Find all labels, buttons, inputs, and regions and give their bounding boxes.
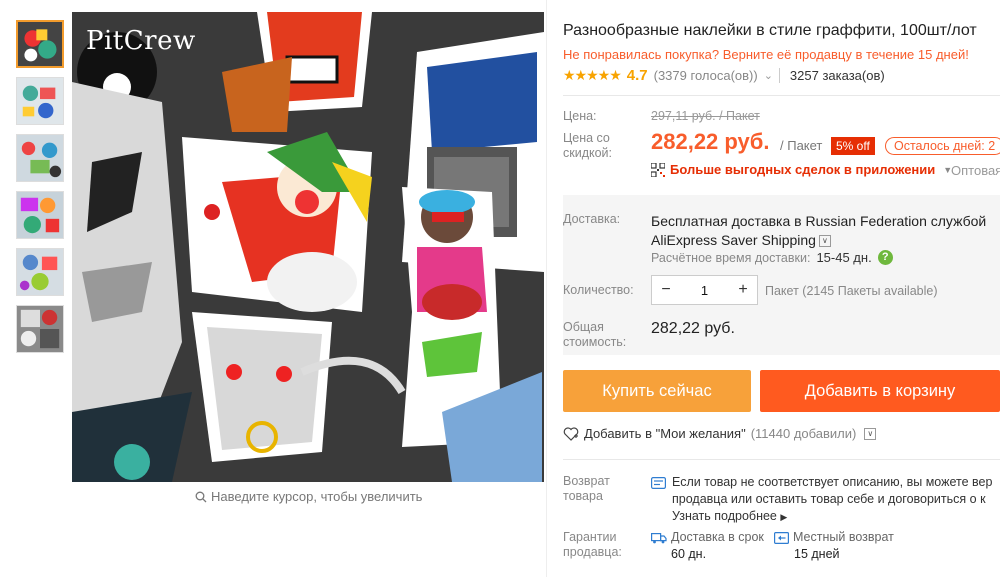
app-deals-text: Больше выгодных сделок в приложении	[670, 162, 936, 177]
magnifier-icon	[195, 491, 207, 502]
guarantees-label: Гарантии продавца:	[563, 530, 643, 560]
quantity-input[interactable]: 1	[680, 283, 729, 298]
truck-icon	[651, 532, 667, 543]
total-label: Общая стоимость:	[563, 320, 643, 350]
thumbnail-3[interactable]	[16, 134, 64, 182]
return-policy-icon	[651, 476, 666, 489]
days-left-badge: Осталось дней: 2	[885, 137, 1000, 155]
wholesale-link[interactable]: Оптовая	[951, 163, 1000, 178]
divider	[563, 95, 1000, 96]
guarantee-return-title: Местный возврат	[793, 530, 894, 544]
rating-row: ★★★★★ 4.7 (3379 голоса(ов)) ⌄ 3257 заказ…	[563, 67, 885, 84]
rating-stars-icon: ★★★★★	[563, 67, 622, 83]
guarantees-label-text: Гарантии продавца:	[563, 530, 622, 559]
guarantee-return-value: 15 дней	[794, 547, 840, 561]
divider	[563, 459, 1000, 460]
qr-code-icon	[651, 162, 665, 177]
product-title: Разнообразные наклейки в стиле граффити,…	[563, 22, 977, 39]
guarantee-delivery: Доставка в срок 60 дн.	[651, 529, 764, 563]
returns-info: Если товар не соответствует описанию, вы…	[651, 474, 1000, 526]
thumbnail-6[interactable]	[16, 305, 64, 353]
thumbnail-2[interactable]	[16, 77, 64, 125]
delivery-eta-label: Расчётное время доставки:	[651, 250, 811, 265]
add-to-wishlist-button[interactable]: Добавить в "Мои желания" (11440 добавили…	[563, 426, 877, 441]
help-icon[interactable]: ?	[877, 250, 893, 265]
delivery-eta-row: Расчётное время доставки: 15-45 дн. ?	[651, 250, 893, 265]
votes-count[interactable]: (3379 голоса(ов))	[654, 68, 758, 83]
thumbnail-list	[16, 20, 64, 362]
add-to-cart-button[interactable]: Добавить в корзину	[760, 370, 1000, 412]
quantity-label: Количество:	[563, 283, 634, 297]
total-label-text: Общая стоимость:	[563, 320, 627, 349]
discount-price-label: Цена со скидкой:	[563, 131, 643, 161]
price-label: Цена:	[563, 109, 597, 123]
heart-plus-icon	[563, 426, 579, 441]
product-info-panel: Разнообразные наклейки в стиле граффити,…	[563, 0, 1000, 577]
discount-price-label-text: Цена со скидкой:	[563, 131, 613, 160]
thumbnail-4[interactable]	[16, 191, 64, 239]
zoom-hint: Наведите курсор, чтобы увеличить	[195, 489, 422, 504]
price-unit: / Пакет	[780, 138, 823, 153]
orders-count: 3257 заказа(ов)	[778, 68, 885, 83]
sticker-collage-image	[72, 12, 544, 482]
product-main-image[interactable]: PitCrew	[72, 12, 544, 482]
delivery-eta-value: 15-45 дн.	[816, 250, 872, 265]
guarantee-delivery-value: 60 дн.	[671, 547, 707, 561]
rating-value: 4.7	[626, 67, 648, 84]
buy-now-button[interactable]: Купить сейчас	[563, 370, 751, 412]
zoom-hint-text: Наведите курсор, чтобы увеличить	[211, 489, 423, 504]
guarantee-delivery-title: Доставка в срок	[671, 530, 764, 544]
thumbnail-1[interactable]	[16, 20, 64, 68]
returns-label-text: Возврат товара	[563, 474, 610, 503]
total-price: 282,22 руб.	[651, 320, 735, 337]
quantity-stepper: − 1 +	[651, 275, 758, 305]
shipping-label: Доставка:	[563, 212, 621, 226]
quantity-available: Пакет (2145 Пакеты available)	[765, 284, 938, 298]
chevron-down-icon[interactable]: ∨	[864, 427, 877, 440]
app-deals-link[interactable]: Больше выгодных сделок в приложении ▼	[651, 162, 952, 177]
returns-line-2: продавца или оставить товар себе и догов…	[672, 492, 986, 506]
column-divider	[546, 0, 547, 577]
guarantee-return: Местный возврат 15 дней	[774, 529, 894, 563]
chevron-down-icon[interactable]: ⌄	[764, 69, 773, 82]
increase-quantity-button[interactable]: +	[729, 281, 757, 299]
caret-right-icon: ▶	[780, 512, 788, 522]
old-price: 297,11 руб. / Пакет	[651, 109, 760, 123]
returns-line-1: Если товар не соответствует описанию, вы…	[672, 475, 993, 489]
discount-badge: 5% off	[831, 137, 875, 155]
returns-label: Возврат товара	[563, 474, 643, 504]
shipping-method[interactable]: Бесплатная доставка в Russian Federation…	[651, 212, 1000, 250]
brand-logo: PitCrew	[86, 26, 196, 56]
wishlist-label: Добавить в "Мои желания"	[584, 426, 746, 441]
thumbnail-5[interactable]	[16, 248, 64, 296]
discount-price: 282,22 руб.	[651, 129, 770, 154]
wishlist-count: (11440 добавили)	[750, 426, 857, 441]
return-promo-link[interactable]: Не понравилась покупка? Верните её прода…	[563, 47, 969, 62]
chevron-down-icon[interactable]: ∨	[818, 235, 831, 248]
local-return-icon	[774, 531, 789, 544]
decrease-quantity-button[interactable]: −	[652, 281, 680, 299]
learn-more-link[interactable]: Узнать подробнее	[672, 509, 777, 523]
